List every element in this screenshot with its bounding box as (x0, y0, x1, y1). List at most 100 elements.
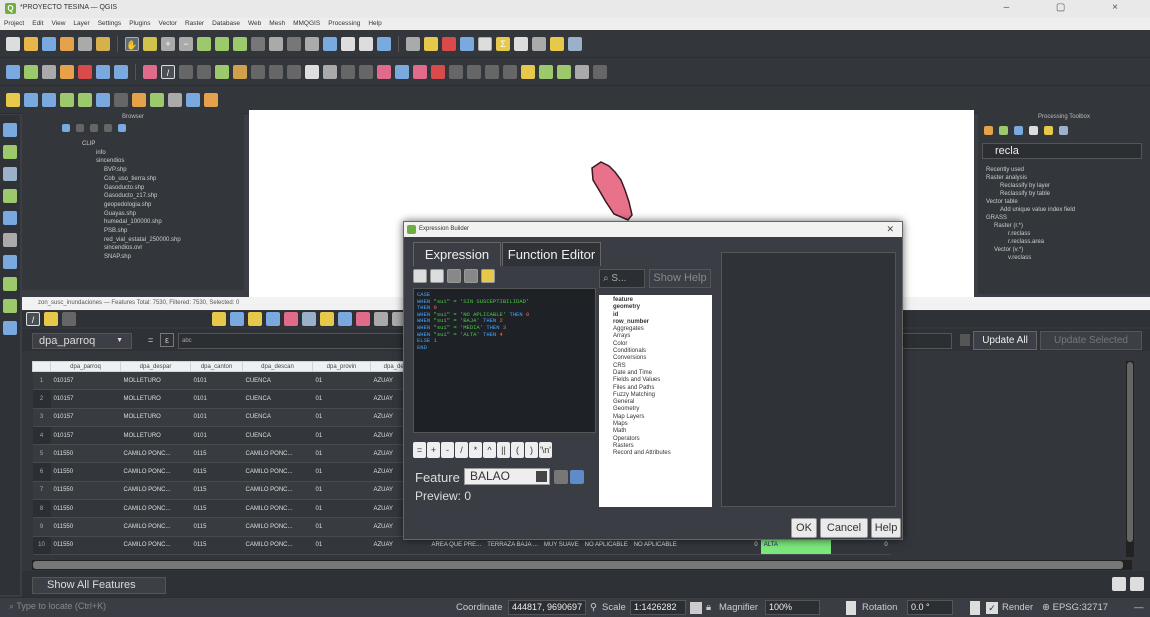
feature-select[interactable]: BALAO (464, 468, 550, 485)
menu-item[interactable]: Processing (328, 18, 360, 30)
rotation-field[interactable]: 0.0 ° (907, 600, 953, 615)
zoom-map-icon[interactable] (320, 312, 334, 326)
label-icon[interactable] (305, 64, 319, 79)
filter-browser-icon[interactable] (76, 124, 84, 132)
table-cell[interactable]: 01 (312, 389, 371, 409)
column-header[interactable]: dpa_canton (190, 361, 243, 372)
models-icon[interactable] (984, 126, 993, 135)
menu-item[interactable]: Vector (159, 18, 177, 30)
function-group[interactable]: Fuzzy Matching (603, 392, 708, 399)
function-group[interactable]: Rasters (603, 443, 708, 450)
update-all-button[interactable]: Update All (973, 331, 1037, 350)
measure-area-icon[interactable] (521, 64, 535, 79)
browser-item[interactable]: sincendios.ovr (82, 244, 181, 253)
operator-button[interactable]: / (455, 442, 468, 458)
shape-icon[interactable] (197, 64, 211, 79)
menu-item[interactable]: Help (368, 18, 381, 30)
grass-icon[interactable] (132, 92, 146, 107)
table-cell[interactable]: 3 (32, 408, 51, 427)
add-mesh-icon[interactable] (3, 167, 17, 181)
table-cell[interactable]: 011550 (50, 462, 121, 482)
pan-map-icon[interactable] (302, 312, 316, 326)
table-cell[interactable]: 010157 (50, 389, 121, 409)
menu-item[interactable]: MMQGIS (293, 18, 320, 30)
magnifier-field[interactable]: 100% (765, 600, 820, 615)
refresh-browser-icon[interactable] (62, 124, 70, 132)
function-item[interactable]: geometry (603, 304, 708, 311)
show-help-button[interactable]: Show Help (649, 269, 711, 288)
function-list[interactable]: feature geometry id row_number Aggregates Arr… (599, 295, 712, 507)
toggle-edit-icon[interactable]: / (26, 312, 40, 326)
function-search-input[interactable]: ⌕ S... (599, 269, 645, 288)
operator-button[interactable]: ) (525, 442, 538, 458)
menu-item[interactable]: Raster (185, 18, 204, 30)
annotation-icon[interactable] (550, 36, 564, 51)
next-feature-button[interactable] (570, 470, 584, 484)
browser-item[interactable]: Guayas.shp (82, 210, 181, 219)
operator-button[interactable]: - (441, 442, 454, 458)
plugin-d-icon[interactable] (593, 64, 607, 79)
browser-item[interactable]: CLIP (82, 140, 181, 149)
processing-item[interactable]: Reclassify by table (986, 190, 1075, 198)
gps-icon[interactable] (114, 92, 128, 107)
change-label-icon[interactable] (377, 64, 391, 79)
scale-dropdown[interactable] (690, 602, 702, 614)
function-group[interactable]: Date and Time (603, 370, 708, 377)
operator-button[interactable]: + (427, 442, 440, 458)
export-expression-icon[interactable] (464, 269, 478, 283)
expression-editor[interactable]: CASE WHEN "sui" = 'SIN SUSCEPTIBILIDAD' TH… (413, 288, 596, 433)
advanced-digitizing-icon[interactable] (179, 64, 193, 79)
function-item[interactable]: id (603, 312, 708, 319)
column-header[interactable]: dpa_provin (312, 361, 371, 372)
browser-item[interactable]: info (82, 149, 181, 158)
tab-expression[interactable]: Expression (413, 242, 501, 266)
import-expression-icon[interactable] (481, 269, 495, 283)
show-bookmarks-icon[interactable] (341, 36, 355, 51)
browser-item[interactable]: SNAP.shp (82, 253, 181, 262)
table-cell[interactable]: 0101 (190, 371, 243, 391)
function-group[interactable]: CRS (603, 363, 708, 370)
processing-item[interactable]: r.reclass (986, 230, 1075, 238)
operator-button[interactable]: * (469, 442, 482, 458)
menu-item[interactable]: Mesh (269, 18, 285, 30)
table-cell[interactable]: 0115 (190, 481, 243, 501)
table-cell[interactable]: CAMILO PONC... (120, 517, 191, 537)
measure-icon[interactable] (514, 36, 528, 51)
simplify-icon[interactable] (251, 64, 265, 79)
processing-item[interactable]: Raster analysis (986, 174, 1075, 182)
add-ring-icon[interactable] (269, 64, 283, 79)
add-csv-icon[interactable] (3, 189, 17, 203)
table-cell[interactable]: 011550 (50, 444, 121, 464)
table-cell[interactable]: 011550 (50, 481, 121, 501)
function-group[interactable]: Maps (603, 421, 708, 428)
processing-item[interactable]: Recently used (986, 166, 1075, 174)
processing-item[interactable]: Raster (r.*) (986, 222, 1075, 230)
add-layer-icon[interactable] (3, 123, 17, 137)
table-cell[interactable]: 01 (312, 444, 371, 464)
magnifier-spinner[interactable] (846, 601, 856, 615)
history-icon[interactable] (1014, 126, 1023, 135)
field-select[interactable]: dpa_parroq ▼ (32, 333, 132, 349)
open-attribute-table-icon[interactable] (460, 36, 474, 51)
expression-value-input[interactable]: abc (178, 333, 428, 349)
tracing-icon[interactable] (467, 64, 481, 79)
table-cell[interactable]: 1 (32, 371, 51, 391)
refresh-icon[interactable] (359, 36, 373, 51)
browser-item[interactable]: BVP.shp (82, 166, 181, 175)
function-group[interactable]: Geometry (603, 406, 708, 413)
table-cell[interactable]: 7 (32, 481, 51, 501)
new-expression-icon[interactable] (413, 269, 427, 283)
processing-item[interactable]: Add unique value index field (986, 206, 1075, 214)
function-group[interactable]: Record and Attributes (603, 450, 708, 457)
function-group[interactable]: Conversions (603, 355, 708, 362)
browser-item[interactable]: red_vial_estatal_250000.shp (82, 236, 181, 245)
table-cell[interactable]: CAMILO PONC... (120, 462, 191, 482)
delete-expression-icon[interactable] (447, 269, 461, 283)
operator-button[interactable]: ^ (483, 442, 496, 458)
table-cell[interactable]: MOLLETURO (120, 371, 191, 391)
current-edits-icon[interactable] (6, 64, 20, 79)
locate-icon[interactable] (568, 36, 582, 51)
label-toolbar-icon[interactable] (413, 64, 427, 79)
delete-field-icon[interactable] (374, 312, 388, 326)
table-cell[interactable]: 0115 (190, 499, 243, 519)
